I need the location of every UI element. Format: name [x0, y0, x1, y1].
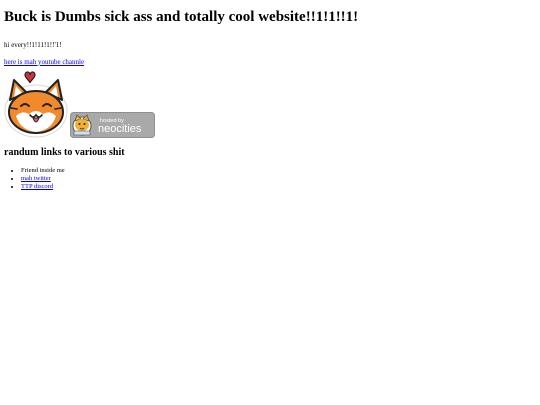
heart-icon	[24, 71, 36, 84]
neocities-badge[interactable]: hosted by neocities	[70, 112, 155, 138]
image-row: hosted by neocities	[4, 70, 534, 138]
list-item: Friend inside me	[21, 167, 534, 175]
list-item: TTP discord	[21, 183, 534, 191]
badge-brand-text: neocities	[98, 123, 142, 135]
page-content: Buck is Dumbs sick ass and totally cool …	[4, 0, 534, 191]
page-title: Buck is Dumbs sick ass and totally cool …	[4, 9, 359, 25]
cat-sticker-image	[4, 71, 68, 138]
youtube-paragraph: here is mah youtube channle	[4, 58, 534, 67]
youtube-channel-link[interactable]: here is mah youtube channle	[4, 58, 84, 66]
links-list: Friend inside me mah twitter TTP discord	[4, 167, 534, 191]
discord-link[interactable]: TTP discord	[21, 183, 53, 190]
list-item: mah twitter	[21, 175, 534, 183]
friend-inside-me-text: Friend inside me	[21, 167, 65, 174]
greeting-text: hi every!!1!11!1!!'1!	[4, 41, 62, 49]
links-heading: randum links to various shit	[4, 147, 125, 158]
twitter-link[interactable]: mah twitter	[21, 175, 51, 182]
neocities-cat-icon	[72, 114, 92, 136]
